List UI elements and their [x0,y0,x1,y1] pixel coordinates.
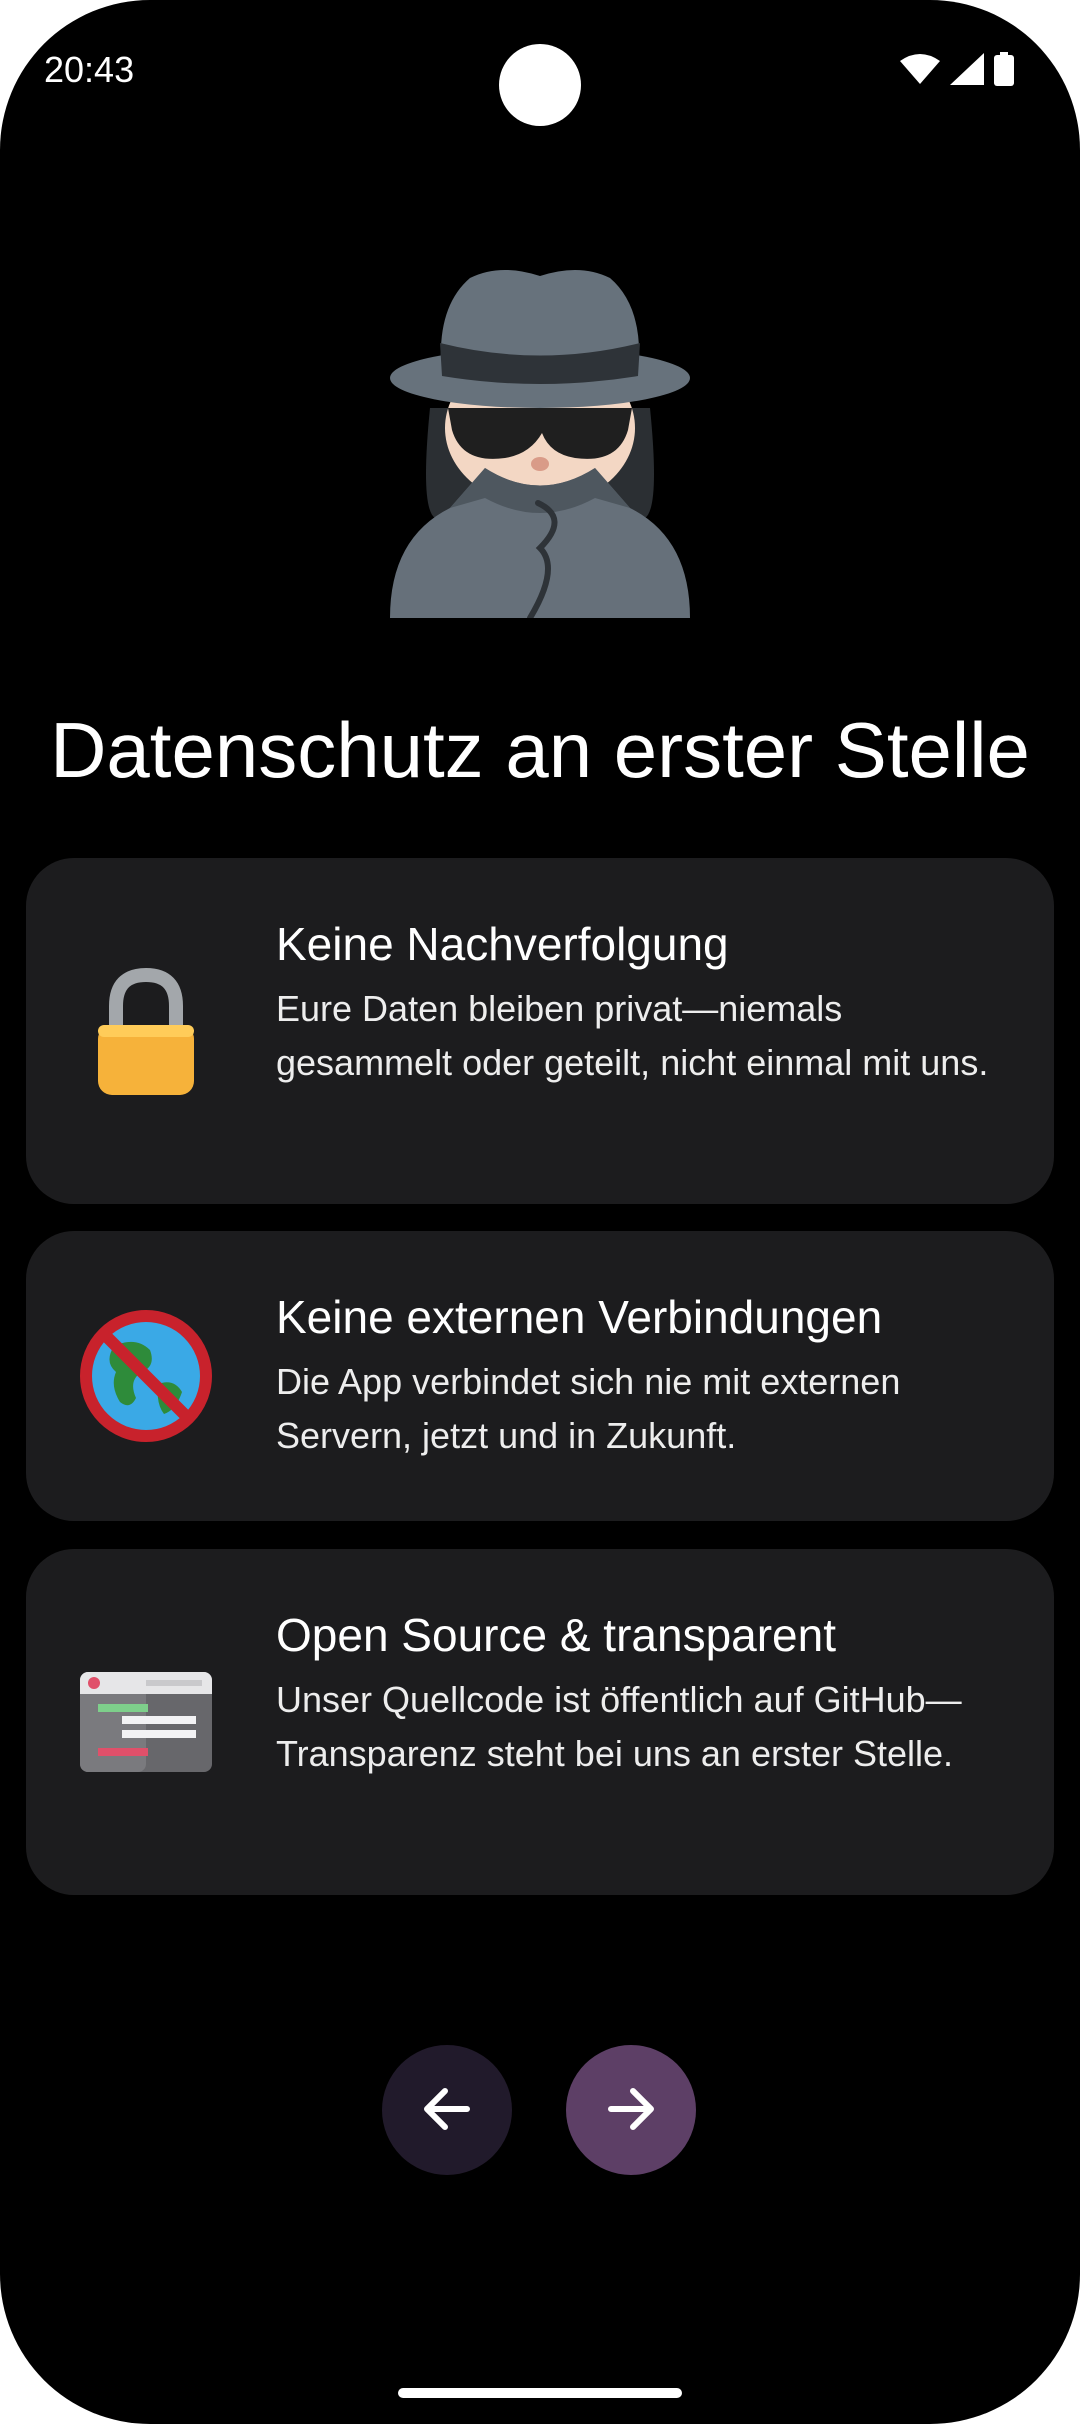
page-title: Datenschutz an erster Stelle [50,706,1030,794]
code-window-icon [76,1652,216,1792]
home-indicator[interactable] [398,2388,682,2398]
battery-icon [994,52,1014,91]
card-description: Eure Daten bleiben privat—niemals gesamm… [276,988,989,1083]
card-description: Unser Quellcode ist öffentlich auf GitHu… [276,1679,962,1774]
next-button[interactable] [566,2045,696,2175]
feature-card-open-source: Open Source & transparent Unser Quellcod… [26,1549,1054,1895]
camera-cutout [499,44,581,126]
back-button[interactable] [382,2045,512,2175]
feature-card-no-external-connections: Keine externen Verbindungen Die App verb… [26,1231,1054,1521]
arrow-left-icon [417,2079,477,2142]
arrow-right-icon [601,2079,661,2142]
card-description: Die App verbindet sich nie mit externen … [276,1361,901,1456]
card-title: Keine Nachverfolgung [276,918,729,970]
detective-icon [390,268,690,621]
no-globe-icon [76,1306,216,1446]
card-title: Open Source & transparent [276,1609,836,1661]
status-icons [900,52,1014,91]
feature-card-no-tracking: Keine Nachverfolgung Eure Daten bleiben … [26,858,1054,1204]
cellular-signal-icon [950,53,984,90]
wifi-icon [900,53,940,90]
status-time: 20:43 [44,49,135,90]
card-title: Keine externen Verbindungen [276,1291,883,1343]
padlock-icon [76,961,216,1101]
screen: 20:43 Datenschutz an erster Stelle Keine… [0,0,1080,2424]
